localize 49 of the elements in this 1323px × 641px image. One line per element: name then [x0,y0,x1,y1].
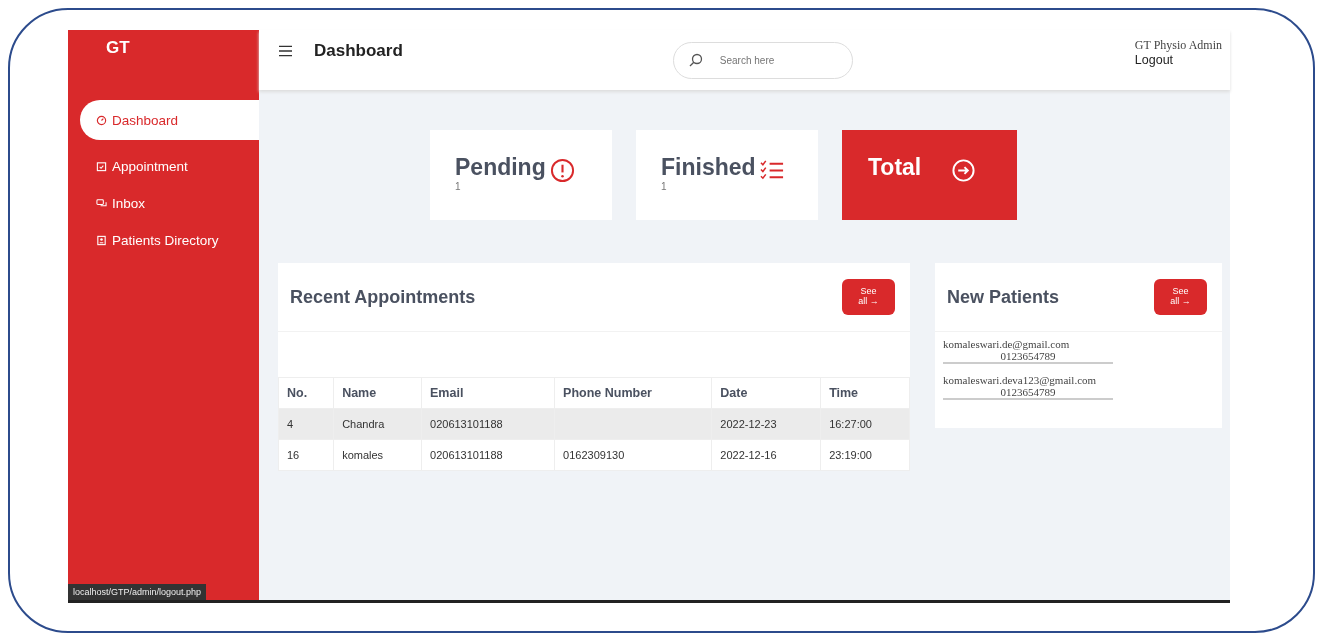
column-header: Name [333,377,422,409]
card-title: Recent Appointments [290,286,476,308]
sidebar-item[interactable]: Appointment [80,148,259,185]
table-cell: 020613101188 [421,408,555,440]
see-all-button[interactable]: See all → [1154,279,1207,315]
column-header: Phone Number [554,377,712,409]
table-cell: 23:19:00 [820,439,910,471]
menu-icon[interactable] [279,44,292,57]
table-row[interactable]: 4 Chandra 020613101188 2022-12-23 16:27:00 [278,408,910,440]
patient-phone: 0123654789 [999,386,1057,398]
stat-label: Pending [455,154,546,181]
status-bar-url: localhost/GTP/admin/logout.php [68,584,207,600]
calendar-icon [96,161,107,172]
table-cell: 16:27:00 [820,408,910,440]
column-header: Email [421,377,555,409]
logout-link[interactable]: Logout [1134,52,1222,67]
stat-count: 1 [661,181,668,192]
card-title: New Patients [947,286,1060,308]
table-cell: 4 [278,408,334,440]
search-field[interactable]: Search here [672,41,853,79]
column-header: No. [278,377,334,409]
table-cell: komales [333,439,422,471]
table-cell: 2022-12-16 [711,439,821,471]
chat-icon [96,198,107,209]
gauge-icon [96,114,107,126]
table-cell: 2022-12-23 [711,408,821,440]
sidebar-item[interactable]: Inbox [80,185,259,222]
exclamation-circle-icon [549,158,575,183]
see-all-button[interactable]: See all → [842,279,895,315]
sidebar-item[interactable]: Patients Directory [80,222,259,259]
sidebar-item[interactable]: Dashboard [80,100,259,140]
table-cell: 020613101188 [421,439,555,471]
patient-email: komaleswari.de@gmail.com [943,338,1071,350]
table-row[interactable]: 16 komales 020613101188 0162309130 2022-12-16 23:19:00 [278,439,910,471]
arrow-circle-icon[interactable] [951,158,977,183]
table-cell: 16 [278,439,334,471]
stat-label: Total [868,154,922,181]
column-header: Date [711,377,821,409]
table-cell: 0162309130 [554,439,712,471]
patient-email: komaleswari.deva123@gmail.com [943,374,1098,386]
table-cell: Chandra [333,408,422,440]
column-header: Time [820,377,910,409]
stat-label: Finished [661,154,756,181]
stat-count: 1 [455,181,462,192]
patient-phone: 0123654789 [999,350,1057,362]
brand-logo: GT [105,37,131,59]
user-name: GT Physio Admin [1134,37,1222,53]
page-title: Dashboard [314,40,403,61]
contact-card-icon [96,235,107,246]
